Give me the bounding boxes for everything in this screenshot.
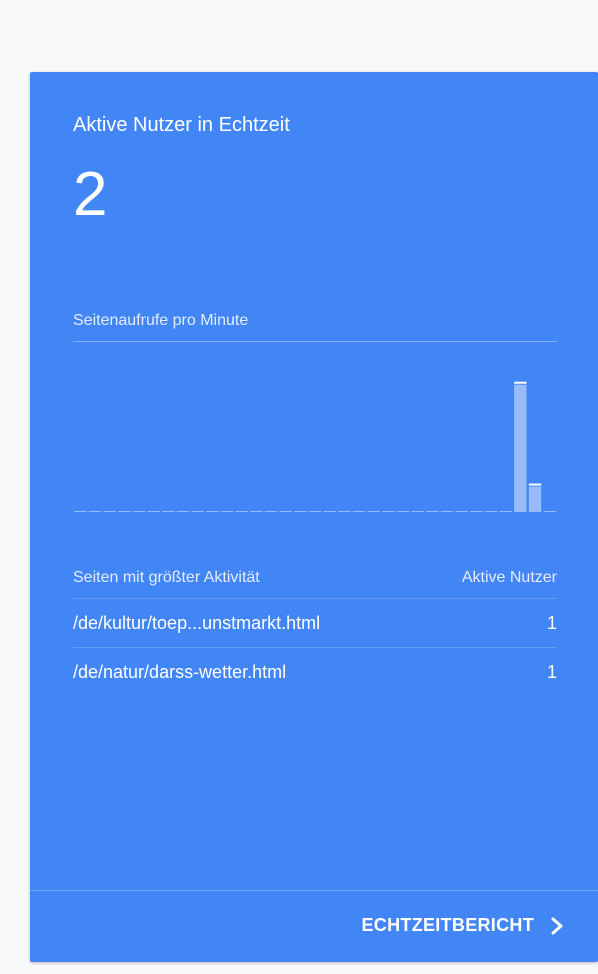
chart-bar xyxy=(308,511,322,512)
table-header-pages: Seiten mit größter Aktivität xyxy=(73,569,260,586)
page-link[interactable]: /de/kultur/toep...unstmarkt.html xyxy=(73,613,320,634)
realtime-report-label: ECHTZEITBERICHT xyxy=(361,915,534,935)
card-footer: ECHTZEITBERICHT xyxy=(30,890,598,962)
chart-bar xyxy=(294,511,307,512)
chart-bar xyxy=(484,511,498,512)
chart-bar xyxy=(147,511,160,512)
chevron-right-icon xyxy=(550,916,564,936)
chart-bar xyxy=(514,384,527,512)
chart-bar xyxy=(440,511,454,512)
chart-bar xyxy=(264,511,278,512)
chart-bar xyxy=(338,511,351,512)
realtime-card: Aktive Nutzer in Echtzeit 2 Seitenaufruf… xyxy=(30,72,598,962)
chart-bar xyxy=(235,511,248,512)
chart-bar xyxy=(279,511,292,512)
chart-bar xyxy=(499,511,512,512)
chart-bar xyxy=(455,511,468,512)
active-users-value: 1 xyxy=(546,613,557,633)
table-row: /de/natur/darss-wetter.html 1 xyxy=(73,647,557,697)
chart-bar xyxy=(367,511,380,512)
table-row: /de/kultur/toep...unstmarkt.html 1 xyxy=(73,598,557,648)
table-header-active-users: Aktive Nutzer xyxy=(461,569,557,586)
active-users-count: 2 xyxy=(73,160,108,229)
chart-bar xyxy=(323,511,336,512)
chart-bar xyxy=(103,511,116,512)
chart-bar xyxy=(470,511,483,512)
chart-bar xyxy=(396,511,410,512)
chart-bar xyxy=(352,511,366,512)
chart-bar xyxy=(206,511,219,512)
chart-label: Seitenaufrufe pro Minute xyxy=(73,312,249,329)
card-title: Aktive Nutzer in Echtzeit xyxy=(73,114,290,136)
chart-bar xyxy=(132,511,146,512)
chart-bar-cap xyxy=(528,483,542,486)
chart-divider xyxy=(73,341,557,342)
active-users-value: 1 xyxy=(546,662,557,682)
page-link[interactable]: /de/natur/darss-wetter.html xyxy=(73,662,286,683)
chart-bar xyxy=(191,511,204,512)
pageviews-chart xyxy=(74,381,556,512)
chart-bar xyxy=(528,486,542,512)
chart-bar xyxy=(382,511,395,512)
chart-bar xyxy=(411,511,424,512)
chart-bar xyxy=(250,511,263,512)
chart-bar xyxy=(543,511,556,512)
chart-bar xyxy=(426,511,439,512)
realtime-report-button[interactable]: ECHTZEITBERICHT xyxy=(362,915,565,936)
chart-bar-cap xyxy=(514,381,527,384)
chart-bar xyxy=(176,511,190,512)
chart-bar xyxy=(118,511,131,512)
chart-bar xyxy=(88,511,102,512)
chart-bar xyxy=(162,511,175,512)
chart-bar xyxy=(220,511,234,512)
chart-bar xyxy=(74,511,87,512)
